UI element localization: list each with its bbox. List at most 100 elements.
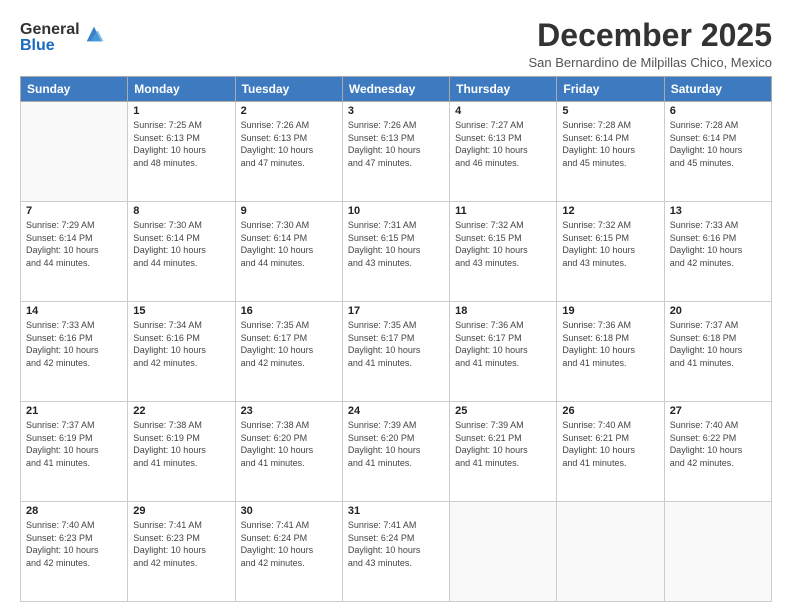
- calendar-cell: 18 Sunrise: 7:36 AMSunset: 6:17 PMDayligh…: [450, 302, 557, 402]
- day-number: 16: [241, 305, 337, 317]
- day-info: Sunrise: 7:40 AMSunset: 6:22 PMDaylight:…: [670, 419, 766, 469]
- day-info: Sunrise: 7:30 AMSunset: 6:14 PMDaylight:…: [241, 219, 337, 269]
- day-number: 26: [562, 405, 658, 417]
- logo-blue: Blue: [20, 38, 80, 54]
- calendar-cell: 24 Sunrise: 7:39 AMSunset: 6:20 PMDayligh…: [342, 402, 449, 502]
- day-number: 1: [133, 105, 229, 117]
- day-info: Sunrise: 7:38 AMSunset: 6:19 PMDaylight:…: [133, 419, 229, 469]
- day-number: 20: [670, 305, 766, 317]
- day-info: Sunrise: 7:41 AMSunset: 6:23 PMDaylight:…: [133, 519, 229, 569]
- day-info: Sunrise: 7:27 AMSunset: 6:13 PMDaylight:…: [455, 119, 551, 169]
- day-number: 28: [26, 505, 122, 517]
- calendar-cell: 16 Sunrise: 7:35 AMSunset: 6:17 PMDayligh…: [235, 302, 342, 402]
- subtitle: San Bernardino de Milpillas Chico, Mexic…: [528, 55, 772, 70]
- day-info: Sunrise: 7:26 AMSunset: 6:13 PMDaylight:…: [241, 119, 337, 169]
- day-number: 5: [562, 105, 658, 117]
- day-info: Sunrise: 7:40 AMSunset: 6:23 PMDaylight:…: [26, 519, 122, 569]
- day-info: Sunrise: 7:35 AMSunset: 6:17 PMDaylight:…: [241, 319, 337, 369]
- calendar-cell: [664, 502, 771, 602]
- logo: General Blue: [20, 22, 105, 54]
- day-number: 6: [670, 105, 766, 117]
- day-number: 24: [348, 405, 444, 417]
- calendar-cell: 27 Sunrise: 7:40 AMSunset: 6:22 PMDayligh…: [664, 402, 771, 502]
- day-number: 27: [670, 405, 766, 417]
- calendar-week-5: 28 Sunrise: 7:40 AMSunset: 6:23 PMDayligh…: [21, 502, 772, 602]
- day-number: 15: [133, 305, 229, 317]
- calendar-cell: 22 Sunrise: 7:38 AMSunset: 6:19 PMDayligh…: [128, 402, 235, 502]
- calendar-cell: 8Sunrise: 7:30 AMSunset: 6:14 PMDaylight…: [128, 202, 235, 302]
- day-number: 23: [241, 405, 337, 417]
- calendar-cell: [557, 502, 664, 602]
- calendar-cell: 12 Sunrise: 7:32 AMSunset: 6:15 PMDayligh…: [557, 202, 664, 302]
- day-info: Sunrise: 7:28 AMSunset: 6:14 PMDaylight:…: [562, 119, 658, 169]
- calendar-cell: 13 Sunrise: 7:33 AMSunset: 6:16 PMDayligh…: [664, 202, 771, 302]
- day-number: 21: [26, 405, 122, 417]
- calendar-cell: 30Sunrise: 7:41 AMSunset: 6:24 PMDayligh…: [235, 502, 342, 602]
- day-number: 14: [26, 305, 122, 317]
- calendar-cell: 26Sunrise: 7:40 AMSunset: 6:21 PMDayligh…: [557, 402, 664, 502]
- col-friday: Friday: [557, 77, 664, 102]
- calendar-cell: 14Sunrise: 7:33 AMSunset: 6:16 PMDayligh…: [21, 302, 128, 402]
- logo-general: General: [20, 22, 80, 38]
- day-info: Sunrise: 7:35 AMSunset: 6:17 PMDaylight:…: [348, 319, 444, 369]
- day-number: 18: [455, 305, 551, 317]
- calendar-cell: [21, 102, 128, 202]
- calendar-week-3: 14Sunrise: 7:33 AMSunset: 6:16 PMDayligh…: [21, 302, 772, 402]
- header: General Blue December 2025 San Bernardin…: [20, 18, 772, 70]
- day-number: 22: [133, 405, 229, 417]
- calendar-cell: [450, 502, 557, 602]
- col-tuesday: Tuesday: [235, 77, 342, 102]
- day-info: Sunrise: 7:39 AMSunset: 6:20 PMDaylight:…: [348, 419, 444, 469]
- calendar-header-row: Sunday Monday Tuesday Wednesday Thursday…: [21, 77, 772, 102]
- calendar-cell: 20 Sunrise: 7:37 AMSunset: 6:18 PMDayligh…: [664, 302, 771, 402]
- day-info: Sunrise: 7:36 AMSunset: 6:18 PMDaylight:…: [562, 319, 658, 369]
- day-info: Sunrise: 7:41 AMSunset: 6:24 PMDaylight:…: [348, 519, 444, 569]
- day-info: Sunrise: 7:38 AMSunset: 6:20 PMDaylight:…: [241, 419, 337, 469]
- day-info: Sunrise: 7:26 AMSunset: 6:13 PMDaylight:…: [348, 119, 444, 169]
- calendar-week-2: 7 Sunrise: 7:29 AMSunset: 6:14 PMDaylight…: [21, 202, 772, 302]
- day-info: Sunrise: 7:37 AMSunset: 6:18 PMDaylight:…: [670, 319, 766, 369]
- day-number: 10: [348, 205, 444, 217]
- day-info: Sunrise: 7:37 AMSunset: 6:19 PMDaylight:…: [26, 419, 122, 469]
- day-info: Sunrise: 7:32 AMSunset: 6:15 PMDaylight:…: [562, 219, 658, 269]
- day-number: 3: [348, 105, 444, 117]
- day-number: 2: [241, 105, 337, 117]
- calendar-cell: 23 Sunrise: 7:38 AMSunset: 6:20 PMDayligh…: [235, 402, 342, 502]
- day-number: 29: [133, 505, 229, 517]
- day-info: Sunrise: 7:25 AMSunset: 6:13 PMDaylight:…: [133, 119, 229, 169]
- day-number: 13: [670, 205, 766, 217]
- calendar-cell: 17 Sunrise: 7:35 AMSunset: 6:17 PMDayligh…: [342, 302, 449, 402]
- calendar-cell: 28 Sunrise: 7:40 AMSunset: 6:23 PMDayligh…: [21, 502, 128, 602]
- calendar-cell: 29 Sunrise: 7:41 AMSunset: 6:23 PMDayligh…: [128, 502, 235, 602]
- day-info: Sunrise: 7:33 AMSunset: 6:16 PMDaylight:…: [670, 219, 766, 269]
- col-saturday: Saturday: [664, 77, 771, 102]
- calendar-cell: 4 Sunrise: 7:27 AMSunset: 6:13 PMDaylight…: [450, 102, 557, 202]
- day-number: 7: [26, 205, 122, 217]
- calendar-cell: 25 Sunrise: 7:39 AMSunset: 6:21 PMDayligh…: [450, 402, 557, 502]
- day-info: Sunrise: 7:29 AMSunset: 6:14 PMDaylight:…: [26, 219, 122, 269]
- day-info: Sunrise: 7:39 AMSunset: 6:21 PMDaylight:…: [455, 419, 551, 469]
- day-info: Sunrise: 7:36 AMSunset: 6:17 PMDaylight:…: [455, 319, 551, 369]
- day-number: 25: [455, 405, 551, 417]
- col-wednesday: Wednesday: [342, 77, 449, 102]
- day-number: 12: [562, 205, 658, 217]
- title-block: December 2025 San Bernardino de Milpilla…: [528, 18, 772, 70]
- col-thursday: Thursday: [450, 77, 557, 102]
- calendar-cell: 5 Sunrise: 7:28 AMSunset: 6:14 PMDaylight…: [557, 102, 664, 202]
- calendar-cell: 2 Sunrise: 7:26 AMSunset: 6:13 PMDaylight…: [235, 102, 342, 202]
- day-info: Sunrise: 7:41 AMSunset: 6:24 PMDaylight:…: [241, 519, 337, 569]
- calendar-cell: 3 Sunrise: 7:26 AMSunset: 6:13 PMDaylight…: [342, 102, 449, 202]
- page: General Blue December 2025 San Bernardin…: [0, 0, 792, 612]
- day-number: 4: [455, 105, 551, 117]
- day-number: 19: [562, 305, 658, 317]
- day-info: Sunrise: 7:32 AMSunset: 6:15 PMDaylight:…: [455, 219, 551, 269]
- calendar-cell: 10Sunrise: 7:31 AMSunset: 6:15 PMDayligh…: [342, 202, 449, 302]
- day-number: 11: [455, 205, 551, 217]
- calendar-cell: 15 Sunrise: 7:34 AMSunset: 6:16 PMDayligh…: [128, 302, 235, 402]
- calendar-week-4: 21 Sunrise: 7:37 AMSunset: 6:19 PMDayligh…: [21, 402, 772, 502]
- day-number: 9: [241, 205, 337, 217]
- day-info: Sunrise: 7:34 AMSunset: 6:16 PMDaylight:…: [133, 319, 229, 369]
- calendar-cell: 7 Sunrise: 7:29 AMSunset: 6:14 PMDaylight…: [21, 202, 128, 302]
- logo-text: General Blue: [20, 22, 80, 54]
- day-number: 17: [348, 305, 444, 317]
